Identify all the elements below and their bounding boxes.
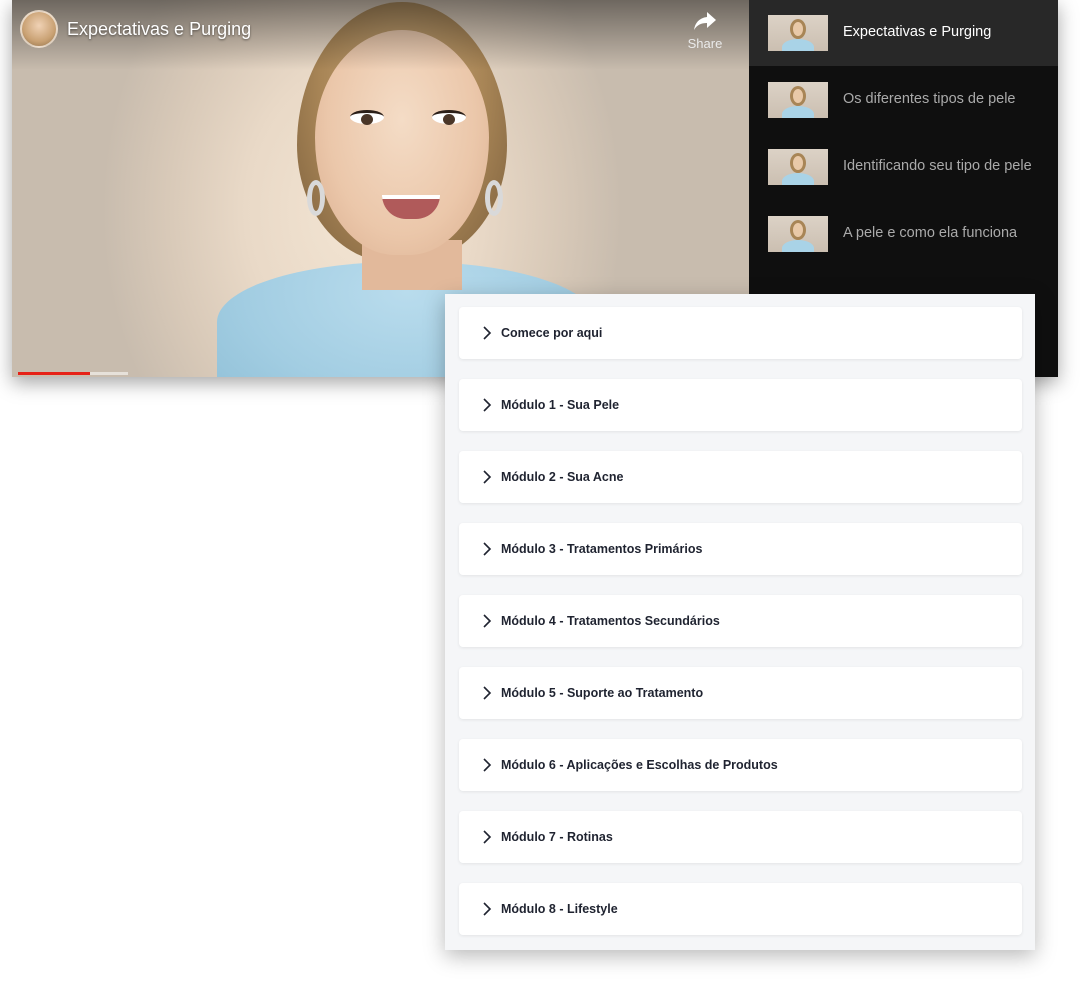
module-accordion-item[interactable]: Módulo 3 - Tratamentos Primários bbox=[459, 523, 1022, 575]
playlist-item-title: Expectativas e Purging bbox=[843, 24, 992, 40]
playlist-item[interactable]: A pele e como ela funciona bbox=[749, 201, 1058, 267]
playlist-item-title: Os diferentes tipos de pele bbox=[843, 91, 1016, 107]
playlist-thumbnail bbox=[768, 216, 828, 252]
module-accordion-item[interactable]: Módulo 2 - Sua Acne bbox=[459, 451, 1022, 503]
share-label: Share bbox=[687, 36, 723, 51]
channel-avatar[interactable] bbox=[20, 10, 58, 48]
module-accordion-item[interactable]: Módulo 5 - Suporte ao Tratamento bbox=[459, 667, 1022, 719]
module-list: Comece por aqui Módulo 1 - Sua Pele Módu… bbox=[445, 294, 1035, 950]
module-accordion-item[interactable]: Comece por aqui bbox=[459, 307, 1022, 359]
module-accordion-item[interactable]: Módulo 8 - Lifestyle bbox=[459, 883, 1022, 935]
chevron-right-icon bbox=[483, 326, 492, 340]
module-label: Módulo 4 - Tratamentos Secundários bbox=[501, 614, 720, 628]
playlist-thumbnail bbox=[768, 82, 828, 118]
share-arrow-icon bbox=[694, 12, 716, 30]
video-title[interactable]: Expectativas e Purging bbox=[67, 19, 251, 40]
presenter-eye-left bbox=[350, 110, 384, 125]
module-accordion-item[interactable]: Módulo 6 - Aplicações e Escolhas de Prod… bbox=[459, 739, 1022, 791]
earring-right bbox=[485, 180, 503, 216]
chevron-right-icon bbox=[483, 470, 492, 484]
module-label: Módulo 1 - Sua Pele bbox=[501, 398, 620, 412]
chevron-right-icon bbox=[483, 398, 492, 412]
chevron-right-icon bbox=[483, 542, 492, 556]
playlist-thumbnail bbox=[768, 15, 828, 51]
progress-fill bbox=[18, 372, 90, 375]
playlist-item[interactable]: Identificando seu tipo de pele bbox=[749, 134, 1058, 200]
chevron-right-icon bbox=[483, 902, 492, 916]
playlist-item-title: A pele e como ela funciona bbox=[843, 225, 1018, 241]
presenter-eye-right bbox=[432, 110, 466, 125]
playlist-item-title: Identificando seu tipo de pele bbox=[843, 158, 1032, 174]
module-accordion-item[interactable]: Módulo 4 - Tratamentos Secundários bbox=[459, 595, 1022, 647]
chevron-right-icon bbox=[483, 758, 492, 772]
module-label: Comece por aqui bbox=[501, 326, 603, 340]
chevron-right-icon bbox=[483, 614, 492, 628]
playlist-item[interactable]: Expectativas e Purging bbox=[749, 0, 1058, 66]
module-label: Módulo 8 - Lifestyle bbox=[501, 902, 618, 916]
playlist-item[interactable]: Os diferentes tipos de pele bbox=[749, 67, 1058, 133]
chevron-right-icon bbox=[483, 686, 492, 700]
earring-left bbox=[307, 180, 325, 216]
chevron-right-icon bbox=[483, 830, 492, 844]
module-label: Módulo 5 - Suporte ao Tratamento bbox=[501, 686, 704, 700]
module-label: Módulo 3 - Tratamentos Primários bbox=[501, 542, 703, 556]
playlist-thumbnail bbox=[768, 149, 828, 185]
module-label: Módulo 7 - Rotinas bbox=[501, 830, 613, 844]
module-accordion-item[interactable]: Módulo 1 - Sua Pele bbox=[459, 379, 1022, 431]
module-label: Módulo 2 - Sua Acne bbox=[501, 470, 624, 484]
share-button[interactable]: Share bbox=[680, 10, 730, 58]
module-label: Módulo 6 - Aplicações e Escolhas de Prod… bbox=[501, 758, 778, 772]
module-accordion-item[interactable]: Módulo 7 - Rotinas bbox=[459, 811, 1022, 863]
